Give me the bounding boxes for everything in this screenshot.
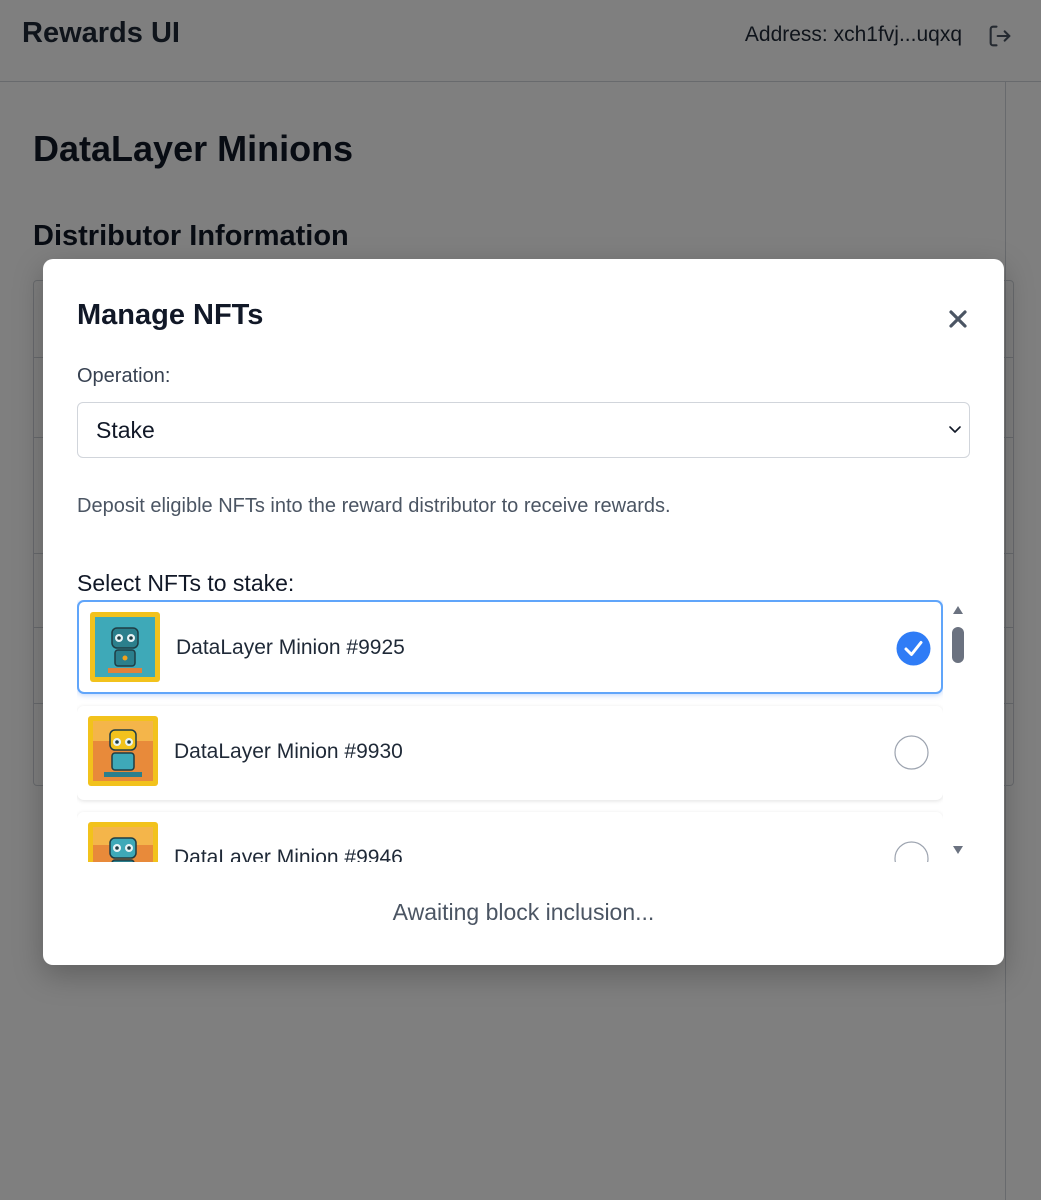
nft-list-scrollbar[interactable] — [948, 603, 968, 859]
scroll-up-arrow-icon[interactable] — [952, 605, 964, 615]
nft-list-item[interactable]: DataLayer Minion #9946 — [77, 812, 943, 862]
close-icon[interactable] — [943, 304, 973, 334]
transaction-status: Awaiting block inclusion... — [392, 899, 655, 925]
nft-list-item[interactable]: DataLayer Minion #9925 — [77, 600, 943, 694]
checkmark-icon[interactable] — [896, 631, 931, 666]
radio-unchecked-icon[interactable] — [894, 841, 929, 862]
nft-name: DataLayer Minion #9930 — [174, 740, 403, 763]
modal-title: Manage NFTs — [77, 299, 264, 331]
scroll-down-arrow-icon[interactable] — [952, 845, 964, 855]
nft-list-label: Select NFTs to stake: — [77, 570, 295, 596]
radio-unchecked-icon[interactable] — [894, 735, 929, 770]
operation-select-value: Stake — [96, 417, 155, 443]
nft-thumbnail — [88, 716, 158, 786]
operation-label: Operation: — [77, 365, 171, 387]
nft-name: DataLayer Minion #9946 — [174, 846, 403, 862]
nft-list[interactable]: DataLayer Minion #9925 DataLayer Minion … — [77, 600, 943, 862]
chevron-down-icon — [949, 426, 961, 433]
nft-name: DataLayer Minion #9925 — [176, 636, 405, 659]
scrollbar-thumb[interactable] — [952, 627, 964, 663]
nft-list-item[interactable]: DataLayer Minion #9930 — [77, 706, 943, 800]
operation-description: Deposit eligible NFTs into the reward di… — [77, 495, 671, 517]
operation-select[interactable]: Stake — [77, 402, 970, 458]
nft-thumbnail — [90, 612, 160, 682]
manage-nfts-modal: Manage NFTs Operation: Stake Deposit eli… — [43, 259, 1004, 965]
nft-thumbnail — [88, 822, 158, 862]
